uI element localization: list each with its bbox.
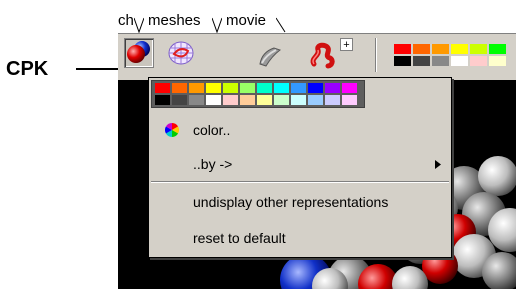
color-swatch[interactable] bbox=[325, 83, 340, 93]
color-swatch[interactable] bbox=[432, 44, 449, 54]
color-swatch[interactable] bbox=[189, 95, 204, 105]
cartoon-icon bbox=[259, 47, 282, 67]
color-swatch[interactable] bbox=[223, 83, 238, 93]
color-swatch[interactable] bbox=[240, 83, 255, 93]
ribbon-button[interactable] bbox=[308, 38, 338, 69]
color-swatch[interactable] bbox=[257, 95, 272, 105]
color-swatch[interactable] bbox=[257, 83, 272, 93]
color-swatch[interactable] bbox=[413, 44, 430, 54]
ribbon-icon bbox=[310, 42, 335, 69]
color-wheel-icon bbox=[165, 123, 179, 137]
color-swatch[interactable] bbox=[308, 95, 323, 105]
submenu-arrow-icon bbox=[435, 160, 441, 169]
color-swatch[interactable] bbox=[308, 83, 323, 93]
tab-divider bbox=[276, 17, 286, 33]
tab-meshes[interactable]: meshes bbox=[148, 10, 201, 32]
color-swatch[interactable] bbox=[489, 44, 506, 54]
color-swatch[interactable] bbox=[342, 95, 357, 105]
menu-item-color-label: color.. bbox=[193, 122, 231, 138]
tab-strip: ch meshes movie bbox=[118, 10, 516, 34]
cpk-color-menu: color.. ..by -> undisplay other represen… bbox=[148, 77, 452, 258]
cartoon-button[interactable] bbox=[256, 44, 286, 74]
cpk-callout-label: CPK bbox=[6, 58, 49, 80]
color-swatch[interactable] bbox=[451, 44, 468, 54]
color-swatch[interactable] bbox=[172, 83, 187, 93]
color-swatch[interactable] bbox=[240, 95, 255, 105]
color-swatch[interactable] bbox=[206, 95, 221, 105]
color-swatch[interactable] bbox=[172, 95, 187, 105]
menu-item-reset-default[interactable]: reset to default bbox=[149, 226, 451, 250]
menu-item-color-by-label: ..by -> bbox=[193, 156, 233, 172]
color-swatch[interactable] bbox=[470, 44, 487, 54]
color-swatch[interactable] bbox=[291, 95, 306, 105]
callout-line bbox=[76, 68, 122, 70]
menu-item-reset-label: reset to default bbox=[193, 230, 286, 246]
tab-divider bbox=[212, 17, 222, 34]
color-swatch[interactable] bbox=[189, 83, 204, 93]
color-swatch[interactable] bbox=[394, 44, 411, 54]
tab-movie[interactable]: movie bbox=[226, 10, 266, 32]
color-swatch[interactable] bbox=[394, 56, 411, 66]
menu-separator bbox=[151, 181, 449, 183]
color-swatch[interactable] bbox=[155, 83, 170, 93]
toolbar-color-palette[interactable] bbox=[394, 42, 516, 68]
cpk-button[interactable] bbox=[124, 38, 154, 68]
tab-divider bbox=[134, 17, 144, 34]
toolbar-separator bbox=[375, 38, 377, 72]
menu-item-color[interactable]: color.. bbox=[149, 118, 451, 142]
color-swatch[interactable] bbox=[274, 95, 289, 105]
expand-plus-button[interactable]: + bbox=[340, 38, 353, 51]
color-swatch[interactable] bbox=[155, 95, 170, 105]
menu-color-palette[interactable] bbox=[151, 80, 365, 108]
mesh-button[interactable] bbox=[166, 38, 196, 68]
color-swatch[interactable] bbox=[325, 95, 340, 105]
tab-graphics[interactable]: ch bbox=[118, 10, 134, 32]
color-swatch[interactable] bbox=[291, 83, 306, 93]
mesh-surface-icon bbox=[168, 41, 194, 65]
menu-item-undisplay-label: undisplay other representations bbox=[193, 194, 389, 210]
color-swatch[interactable] bbox=[451, 56, 468, 66]
color-swatch[interactable] bbox=[413, 56, 430, 66]
menu-item-color-by[interactable]: ..by -> bbox=[149, 152, 451, 176]
representation-toolbar: + bbox=[118, 34, 516, 81]
color-swatch[interactable] bbox=[274, 83, 289, 93]
color-swatch[interactable] bbox=[432, 56, 449, 66]
color-swatch[interactable] bbox=[489, 56, 506, 66]
color-swatch[interactable] bbox=[342, 83, 357, 93]
color-swatch[interactable] bbox=[470, 56, 487, 66]
menu-item-undisplay-other[interactable]: undisplay other representations bbox=[149, 190, 451, 214]
color-swatch[interactable] bbox=[206, 83, 221, 93]
color-swatch[interactable] bbox=[223, 95, 238, 105]
cpk-spheres-icon bbox=[127, 41, 150, 63]
